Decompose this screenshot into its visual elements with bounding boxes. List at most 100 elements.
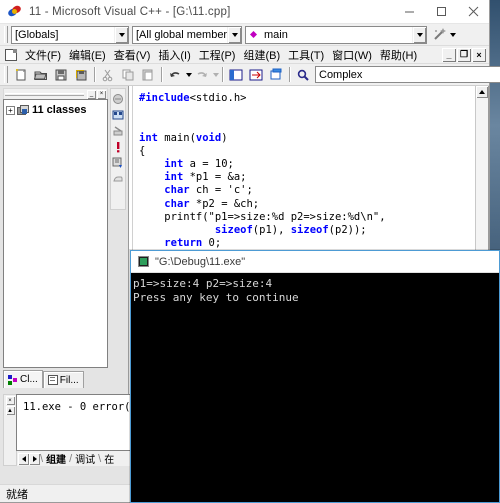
close-output-icon[interactable]: × xyxy=(5,396,15,405)
expand-icon[interactable]: + xyxy=(6,105,15,115)
resource-view-icon[interactable] xyxy=(266,65,286,84)
wizard-bar: [Globals] [All global members] main xyxy=(0,24,489,46)
menu-insert[interactable]: 插入(I) xyxy=(154,46,194,64)
menu-build[interactable]: 组建(B) xyxy=(239,46,284,64)
tab-build[interactable]: 组建 xyxy=(43,451,69,466)
save-icon[interactable] xyxy=(51,65,71,84)
members-combo[interactable]: [All global members] xyxy=(132,25,242,44)
find-in-files-icon[interactable] xyxy=(293,65,313,84)
menu-tools[interactable]: 工具(T) xyxy=(284,46,328,64)
open-folder-icon[interactable] xyxy=(31,65,51,84)
code-keyword: return xyxy=(164,237,203,250)
code-keyword: int xyxy=(139,131,158,144)
close-icon[interactable] xyxy=(457,0,489,24)
mdi-close-icon[interactable]: × xyxy=(472,47,486,62)
vcpp-icon xyxy=(6,3,23,19)
mdi-restore-icon[interactable]: ❐ xyxy=(457,47,471,62)
toolbar-separator xyxy=(94,67,95,82)
code-line: int a = 10; xyxy=(139,158,475,171)
redo-dropdown-icon[interactable] xyxy=(213,72,219,77)
menu-project[interactable]: 工程(P) xyxy=(195,46,240,64)
close-pane-icon[interactable]: × xyxy=(97,89,106,99)
window-title: 11 - Microsoft Visual C++ - [G:\11.cpp] xyxy=(29,5,231,18)
code-keyword: int xyxy=(164,158,184,171)
mdi-minimize-icon[interactable]: _ xyxy=(442,47,456,62)
console-output[interactable]: p1=>size:4 p2=>size:4 Press any key to co… xyxy=(131,273,499,502)
toolbar-grip[interactable] xyxy=(4,66,8,83)
title-bar[interactable]: 11 - Microsoft Visual C++ - [G:\11.cpp] xyxy=(0,0,489,24)
code-keyword: char xyxy=(164,184,190,197)
workspace-icon[interactable] xyxy=(226,65,246,84)
workspace-pane: _ × + 11 classes Cl... Fil... xyxy=(3,88,108,388)
menu-file[interactable]: 文件(F) xyxy=(21,46,65,64)
tab-debug[interactable]: 调试 xyxy=(72,451,98,466)
workspace-pane-titlebar[interactable]: _ × xyxy=(3,88,108,99)
tree-item-classes[interactable]: + 11 classes xyxy=(6,104,105,116)
search-input[interactable]: Complex xyxy=(315,66,500,83)
console-window[interactable]: "G:\Debug\11.exe" p1=>size:4 p2=>size:4 P… xyxy=(130,250,500,503)
cut-icon[interactable] xyxy=(98,65,118,84)
save-all-icon[interactable] xyxy=(71,65,91,84)
mdi-window-controls: _ ❐ × xyxy=(442,47,489,62)
pane-grip xyxy=(5,92,84,96)
minimize-icon[interactable] xyxy=(393,0,425,24)
menu-bar: 文件(F) 编辑(E) 查看(V) 插入(I) 工程(P) 组建(B) 工具(T… xyxy=(0,46,489,64)
window-controls xyxy=(393,0,489,24)
new-file-icon[interactable] xyxy=(11,65,31,84)
scroll-up-icon[interactable] xyxy=(476,86,488,98)
standard-toolbar: Complex ? xyxy=(0,64,500,86)
menu-view[interactable]: 查看(V) xyxy=(110,46,155,64)
chevron-down-icon[interactable] xyxy=(227,26,241,43)
code-text: <stdio.h> xyxy=(189,92,247,104)
code-line: { xyxy=(139,145,475,158)
code-text: (p1), xyxy=(252,224,291,237)
tab-next-icon[interactable] xyxy=(29,452,40,465)
redo-icon[interactable] xyxy=(192,65,212,84)
output-window-icon[interactable] xyxy=(246,65,266,84)
toolbar-separator xyxy=(289,67,290,82)
code-line: char ch = 'c'; xyxy=(139,184,475,197)
code-keyword: sizeof xyxy=(214,224,253,237)
tree-item-label: 11 classes xyxy=(32,104,87,116)
compile-icon[interactable] xyxy=(111,92,125,106)
console-titlebar[interactable]: "G:\Debug\11.exe" xyxy=(131,251,499,273)
function-combo[interactable]: main xyxy=(245,25,427,44)
stop-build-icon[interactable] xyxy=(111,124,125,138)
chevron-down-icon[interactable] xyxy=(114,26,128,43)
minimize-pane-icon[interactable]: _ xyxy=(87,89,96,99)
tab-fileview[interactable]: Fil... xyxy=(42,371,84,388)
members-combo-value: [All global members] xyxy=(136,28,227,41)
minimize-output-icon[interactable]: ▲ xyxy=(5,406,15,415)
code-keyword: #include xyxy=(139,92,190,104)
go-debug-icon[interactable] xyxy=(111,156,125,170)
code-line: return 0; xyxy=(139,237,475,250)
search-input-value: Complex xyxy=(319,68,363,81)
tab-prev-icon[interactable] xyxy=(18,452,29,465)
chevron-down-icon[interactable] xyxy=(412,26,426,43)
code-keyword: void xyxy=(195,131,222,144)
toolbar-grip[interactable] xyxy=(4,26,8,43)
code-text: ) xyxy=(221,131,228,144)
tab-classview[interactable]: Cl... xyxy=(3,370,43,388)
execute-icon[interactable] xyxy=(111,140,125,154)
menu-window[interactable]: 窗口(W) xyxy=(328,46,376,64)
copy-icon[interactable] xyxy=(118,65,138,84)
insert-breakpoint-icon[interactable] xyxy=(111,172,125,186)
maximize-icon[interactable] xyxy=(425,0,457,24)
workspace-tabs: Cl... Fil... xyxy=(3,370,108,388)
tab-findinfiles[interactable]: 在 xyxy=(101,451,117,466)
code-text: ch = 'c'; xyxy=(189,184,253,197)
build-icon[interactable] xyxy=(111,108,125,122)
undo-icon[interactable] xyxy=(165,65,185,84)
menu-help[interactable]: 帮助(H) xyxy=(376,46,421,64)
menu-edit[interactable]: 编辑(E) xyxy=(65,46,110,64)
class-view-tree[interactable]: + 11 classes xyxy=(3,99,108,368)
class-combo[interactable]: [Globals] xyxy=(11,25,129,44)
wizard-icon[interactable] xyxy=(432,27,456,42)
paste-icon[interactable] xyxy=(138,65,158,84)
